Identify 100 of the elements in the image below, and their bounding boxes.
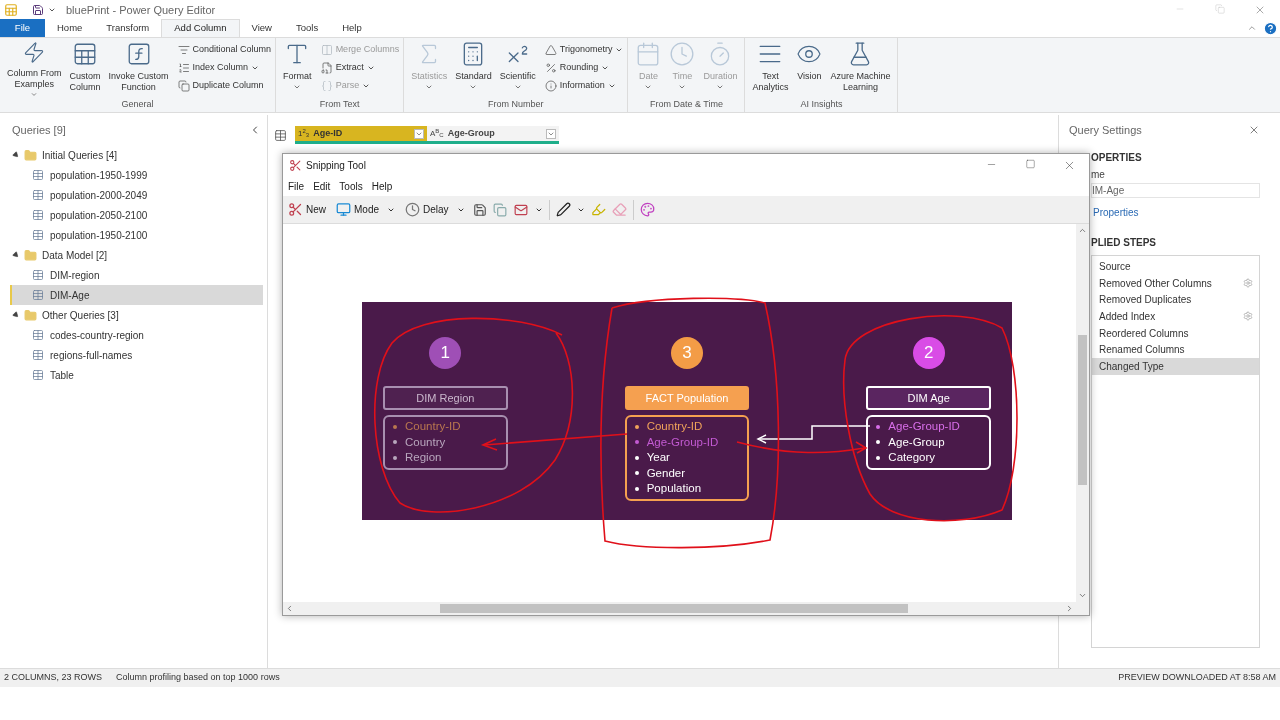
ribbon-tab[interactable]: Transform (94, 19, 162, 37)
highlighter-icon[interactable] (590, 202, 606, 217)
group-label: From Text (318, 98, 361, 111)
applied-step[interactable]: Source (1092, 258, 1259, 275)
menu-item[interactable]: Help (371, 178, 393, 194)
query-item[interactable]: population-1950-2100 (10, 225, 263, 245)
applied-step[interactable]: Reordered Columns (1092, 324, 1259, 342)
toolbar-button[interactable]: Mode (334, 202, 398, 217)
table-icon (32, 369, 44, 381)
folder-row[interactable]: Initial Queries [4] (0, 145, 267, 165)
ribbon-tab[interactable]: Tools (284, 19, 331, 37)
status-text: Column profiling based on top 1000 rows (116, 671, 280, 685)
ribbon-tab[interactable]: View (239, 19, 284, 37)
query-item[interactable]: regions-full-names (10, 345, 263, 365)
number-badge: 1 (429, 337, 462, 369)
query-item[interactable]: population-2000-2049 (10, 185, 263, 205)
ribbon-tab[interactable]: Help (330, 19, 374, 37)
applied-step[interactable]: Removed Duplicates (1092, 291, 1259, 309)
ribbon-button[interactable]: Information (544, 77, 624, 94)
ribbon-button[interactable]: Custom Column (66, 41, 104, 98)
ribbon-button[interactable]: Extract (320, 59, 400, 76)
table-menu-icon[interactable] (274, 128, 287, 142)
applied-step[interactable]: Added Index (1092, 308, 1259, 325)
column-header[interactable]: A$^{B}$$_{C}$ Age-Group (427, 126, 559, 144)
ribbon-button[interactable]: Trigonometry (544, 41, 624, 58)
ribbon-button[interactable]: Rounding (544, 59, 624, 76)
toolbar-icon (336, 202, 351, 217)
ribbon-button[interactable]: Scientific (496, 41, 539, 98)
eraser-icon[interactable] (611, 202, 627, 217)
query-item[interactable]: DIM-region (10, 265, 263, 285)
field-name: Category (888, 450, 935, 466)
horizontal-scrollbar[interactable] (283, 602, 1089, 615)
scroll-down-icon[interactable] (1078, 591, 1087, 600)
ribbon-button[interactable]: Standard (452, 41, 495, 98)
ribbon-tab[interactable]: Add Column (161, 19, 240, 37)
query-item[interactable]: population-2050-2100 (10, 205, 263, 225)
vertical-scrollbar[interactable] (1076, 224, 1089, 602)
table-icon (32, 229, 44, 241)
table-icon (32, 329, 44, 341)
toolbar-button[interactable]: New (286, 202, 328, 217)
ribbon-button[interactable]: Azure Machine Learning (827, 41, 894, 98)
ribbon-tab[interactable]: File (0, 19, 45, 37)
properties-link[interactable]: Properties (1091, 205, 1260, 220)
name-field[interactable]: IM-Age (1091, 183, 1260, 198)
ribbon-button[interactable]: Duplicate Column (177, 77, 272, 94)
group-label: From Date & Time (648, 98, 724, 111)
column-header[interactable]: 1$^{2}$$_{3}$ Age-ID (295, 126, 427, 144)
folder-row[interactable]: Data Model [2] (0, 245, 267, 265)
gear-icon[interactable] (1243, 278, 1253, 289)
scroll-up-icon[interactable] (1078, 226, 1087, 235)
ribbon-icon (320, 61, 333, 74)
collapse-ribbon-icon[interactable] (1247, 23, 1257, 33)
ribbon-button[interactable]: Format (280, 41, 315, 98)
pane-title: Query Settings (1069, 122, 1142, 138)
ribbon-button[interactable]: Vision (793, 41, 826, 98)
field-name: Gender (646, 465, 686, 481)
query-item[interactable]: Table (10, 365, 263, 385)
app-icon (4, 3, 18, 17)
ribbon-icon (72, 41, 98, 67)
query-item[interactable]: DIM-Age (10, 285, 263, 305)
ribbon-icon (177, 79, 190, 92)
applied-step[interactable]: Changed Type (1092, 358, 1259, 375)
ribbon-button[interactable]: Invoke Custom Function (105, 41, 172, 98)
menu-item[interactable]: File (288, 178, 305, 194)
help-icon[interactable] (1263, 20, 1278, 36)
gear-icon[interactable] (1243, 311, 1253, 322)
field-name: Country-ID (405, 419, 461, 435)
field-name: Age-Group (888, 434, 945, 450)
pen-icon[interactable] (555, 202, 571, 217)
ribbon-button[interactable]: Conditional Column (177, 41, 272, 58)
ribbon-icon (177, 43, 190, 56)
folder-row[interactable]: Other Queries [3] (0, 305, 267, 325)
applied-step[interactable]: Renamed Columns (1092, 341, 1259, 359)
caret-icon (48, 6, 56, 14)
send-icon[interactable] (512, 202, 529, 217)
ribbon-icon (320, 79, 333, 92)
expand-icon (11, 150, 21, 160)
ribbon-button[interactable]: Column From Examples (4, 41, 65, 98)
applied-step[interactable]: Removed Other Columns (1092, 274, 1259, 292)
ribbon-icon (544, 79, 557, 92)
query-item[interactable]: population-1950-1999 (10, 165, 263, 185)
toolbar-icon (288, 202, 303, 217)
scroll-left-icon[interactable] (285, 604, 294, 613)
table-icon (32, 169, 44, 181)
ribbon-tab[interactable]: Home (45, 19, 95, 37)
copy-icon[interactable] (492, 202, 507, 217)
menu-item[interactable]: Tools (339, 178, 363, 194)
save-icon[interactable] (32, 4, 44, 16)
query-item[interactable]: codes-country-region (10, 325, 263, 345)
filter-icon[interactable] (546, 128, 556, 139)
status-text: PREVIEW DOWNLOADED AT 8:58 AM (1118, 671, 1276, 685)
menu-item[interactable]: Edit (313, 178, 331, 194)
filter-icon[interactable] (414, 128, 424, 139)
paint-icon[interactable] (639, 202, 655, 217)
toolbar-button[interactable]: Delay (403, 202, 467, 217)
ribbon-button[interactable]: Index Column (177, 59, 272, 76)
ribbon-button[interactable]: Text Analytics (749, 41, 792, 98)
scroll-right-icon[interactable] (1065, 604, 1074, 613)
close-icon[interactable] (1248, 124, 1260, 136)
save-icon[interactable] (472, 202, 487, 217)
